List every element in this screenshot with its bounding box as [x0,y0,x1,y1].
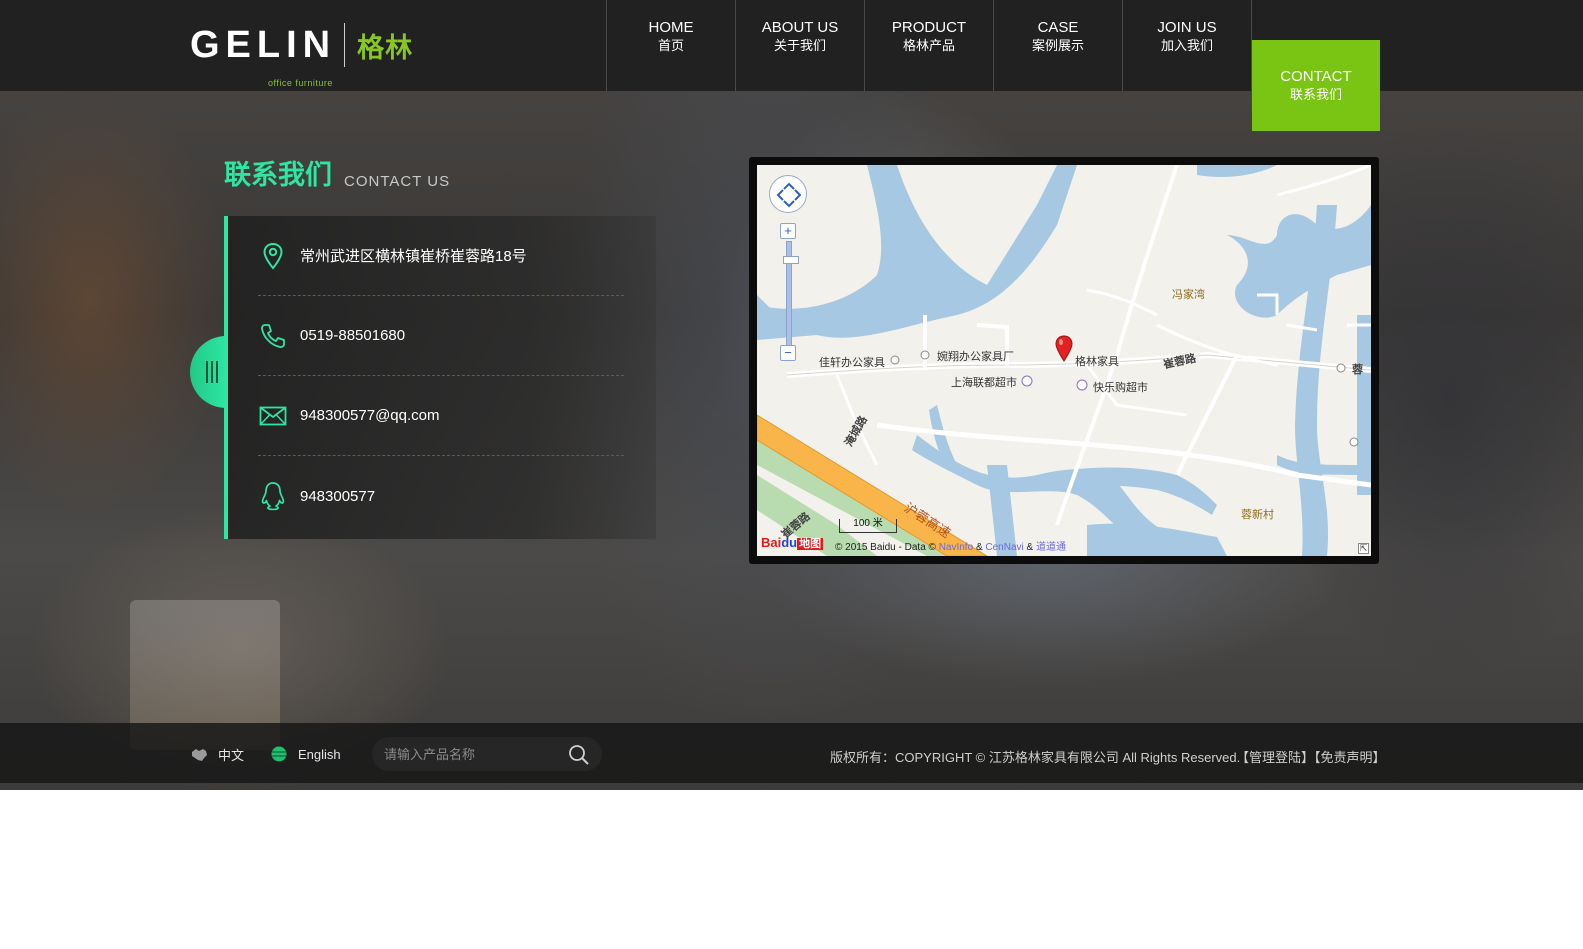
address-row: 常州武进区横林镇崔桥崔蓉路18号 [258,216,624,296]
map-scale-label: 100 米 [853,518,883,529]
zoom-slider[interactable] [783,241,799,347]
nav-label-cn: 关于我们 [773,38,826,53]
nav-item-home[interactable]: HOME 首页 [606,0,735,91]
contact-heading-cn: 联系我们 [224,160,332,190]
nav-label-en: CONTACT [1280,68,1352,85]
logo-name: GELIN [190,24,337,66]
map-label: 冯家湾 [1172,289,1205,301]
nav-item-contact[interactable]: CONTACT 联系我们 [1252,40,1380,131]
lang-english-label: English [298,746,341,762]
nav-label-en: CASE [1037,19,1079,36]
map-zoom-control: + − [780,223,799,363]
nav-label-cn: 格林产品 [902,38,955,53]
copyright-text: 版权所有：COPYRIGHT © 江苏格林家具有限公司 All Rights R… [830,750,1241,765]
nav-label-cn: 联系我们 [1289,87,1342,102]
map-copyright-link[interactable]: CenNavi [985,542,1023,553]
nav-item-product[interactable]: PRODUCT 格林产品 [864,0,993,91]
zoom-in-button[interactable]: + [780,223,796,239]
qq-text[interactable]: 948300577 [300,488,375,505]
lang-chinese-link[interactable]: 中文 [190,745,244,764]
map-label: 婉翔办公家具厂 [937,351,1014,363]
footer-links: 【管理登陆】【免责声明】 [1236,747,1386,766]
nav-item-case[interactable]: CASE 案例展示 [993,0,1122,91]
map-copyright-text: © 2015 Baidu - Data © [835,542,936,553]
map-logo-part: 地图 [797,538,824,550]
nav-item-contact-wrapper: CONTACT 联系我们 [1251,0,1380,131]
location-pin-icon [258,241,288,271]
phone-text[interactable]: 0519-88501680 [300,327,405,344]
contact-heading-en: CONTACT US [344,173,451,190]
nav-label-cn: 加入我们 [1160,38,1213,53]
nav-label-cn: 首页 [657,38,684,53]
nav-label-en: PRODUCT [891,19,967,36]
map-logo-part: du [781,535,798,550]
main-nav: HOME 首页 ABOUT US 关于我们 PRODUCT 格林产品 CASE … [606,0,1380,131]
contact-info-card: 常州武进区横林镇崔桥崔蓉路18号 0519-88501680 948300577… [224,216,656,539]
map-pan-control[interactable] [769,175,807,213]
map-label: 快乐购超市 [1093,382,1148,394]
map-copyright-link[interactable]: 道道通 [1036,542,1066,553]
map-copyright-sep: & [975,542,983,553]
map-label: 佳轩办公家具 [819,357,885,369]
globe-icon [270,745,288,763]
map-copyright-sep: & [1026,542,1034,553]
contact-heading: 联系我们 CONTACT US [224,153,450,192]
email-row: 948300577@qq.com [258,376,624,456]
search-icon[interactable] [568,744,590,771]
disclaimer-link[interactable]: 【免责声明】 [1314,750,1386,765]
admin-login-link[interactable]: 【管理登陆】 [1236,750,1314,765]
logo-name-cn: 格林 [357,32,414,63]
qq-row: 948300577 [258,456,624,536]
logo-divider [344,23,346,67]
logo-wordmark: GELIN office furniture [190,24,337,88]
lang-chinese-label: 中文 [218,748,245,763]
nav-label-en: HOME [648,19,694,36]
product-search-input[interactable] [384,746,564,762]
baidu-map[interactable]: 冯家湾 蓉新村 佳轩办公家具 婉翔办公家具厂 格林家具 上海联都超市 快乐购超市… [757,165,1371,556]
zoom-out-button[interactable]: − [780,345,796,361]
map-label: 上海联都超市 [951,377,1017,389]
map-label: 格林家具 [1075,356,1119,368]
email-text[interactable]: 948300577@qq.com [300,407,440,424]
phone-row: 0519-88501680 [258,296,624,376]
product-search [372,737,602,771]
envelope-icon [258,401,288,431]
map-label: 蓉新村 [1241,509,1274,521]
phone-icon [258,321,288,351]
china-map-icon [190,747,208,763]
map-scale: 100 米 [839,519,897,533]
map-logo-part: Bai [761,535,782,550]
map-label: 蓉 [1352,364,1363,376]
zoom-slider-handle[interactable] [783,256,799,264]
nav-label-cn: 案例展示 [1031,38,1084,53]
map-frame: 冯家湾 蓉新村 佳轩办公家具 婉翔办公家具厂 格林家具 上海联都超市 快乐购超市… [749,157,1379,564]
site-header: GELIN office furniture 格林 HOME 首页 ABOUT … [0,0,1583,131]
map-copyright: © 2015 Baidu - Data © NavInfo & CenNavi … [835,538,1066,553]
logo[interactable]: GELIN office furniture 格林 [190,22,414,88]
nav-item-about[interactable]: ABOUT US 关于我们 [735,0,864,91]
nav-label-en: JOIN US [1157,19,1217,36]
nav-label-en: ABOUT US [761,19,839,36]
qq-penguin-icon [258,481,288,511]
logo-tagline: office furniture [268,78,333,88]
page: GELIN office furniture 格林 HOME 首页 ABOUT … [0,0,1583,949]
address-text: 常州武进区横林镇崔桥崔蓉路18号 [300,248,527,265]
site-footer: 中文 English 版权所有：COPYRIGHT © 江苏格林家具有限公司 A… [0,723,1583,783]
nav-item-join[interactable]: JOIN US 加入我们 [1122,0,1251,91]
map-expand-icon[interactable]: ⇱ [1358,543,1369,554]
map-copyright-link[interactable]: NavInfo [939,542,973,553]
baidu-map-logo[interactable]: Baidu 地图 [761,535,824,551]
lang-english-link[interactable]: English [270,745,341,763]
grip-icon [206,361,218,383]
